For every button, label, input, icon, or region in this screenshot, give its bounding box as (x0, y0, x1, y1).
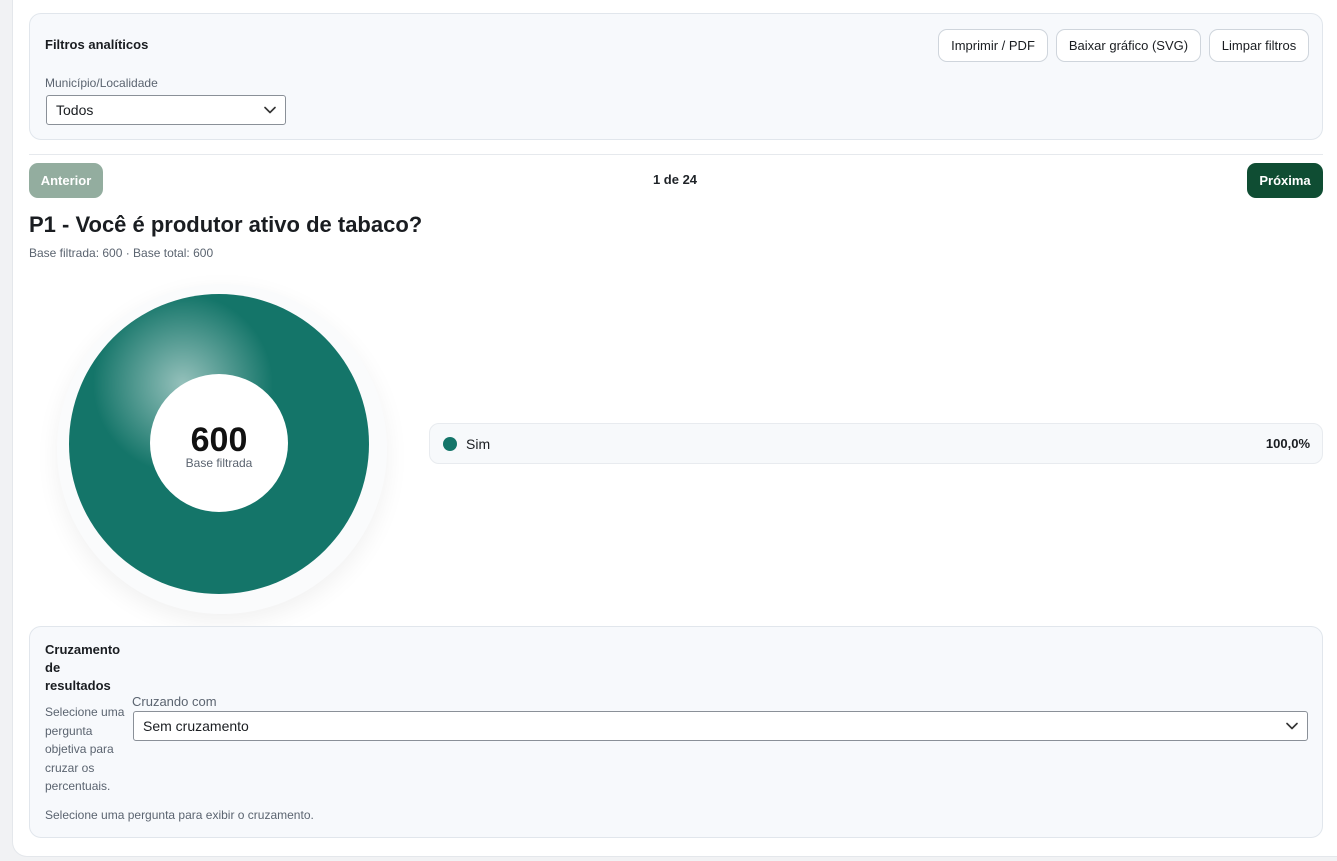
crossing-panel: Cruzamento de resultados Selecione uma p… (29, 626, 1323, 838)
download-svg-button[interactable]: Baixar gráfico (SVG) (1056, 29, 1201, 62)
print-pdf-button[interactable]: Imprimir / PDF (938, 29, 1048, 62)
filters-panel: Filtros analíticos Município/Localidade … (29, 13, 1323, 140)
crossing-select-value: Sem cruzamento (143, 718, 249, 734)
legend-label: Sim (466, 436, 491, 452)
question-base-info: Base filtrada: 600 · Base total: 600 (29, 246, 214, 260)
crossing-description: Selecione uma pergunta objetiva para cru… (45, 705, 125, 793)
report-panel: Filtros analíticos Município/Localidade … (13, 0, 1337, 856)
filters-title: Filtros analíticos (45, 37, 149, 52)
municipality-select-value: Todos (56, 102, 94, 118)
previous-question-button[interactable]: Anterior (29, 163, 103, 198)
donut-center-label: Base filtrada (185, 455, 253, 470)
question-title: P1 - Você é produtor ativo de tabaco? (29, 212, 423, 237)
crossing-title: Cruzamento de resultados (45, 642, 121, 693)
divider (29, 154, 1323, 155)
chevron-down-icon (264, 106, 276, 114)
donut-center-value: 600 (190, 420, 248, 459)
next-question-button[interactable]: Próxima (1247, 163, 1323, 198)
chevron-down-icon (1286, 722, 1298, 730)
legend-item-sim[interactable]: Sim 100,0% (429, 423, 1323, 464)
municipality-select[interactable]: Todos (46, 95, 286, 125)
crossing-empty-message: Selecione uma pergunta para exibir o cru… (45, 808, 314, 822)
question-counter: 1 de 24 (652, 172, 698, 187)
crossing-select[interactable]: Sem cruzamento (133, 711, 1308, 741)
clear-filters-button[interactable]: Limpar filtros (1209, 29, 1309, 62)
municipality-label: Município/Localidade (45, 76, 158, 90)
donut-center: 600 Base filtrada (150, 374, 288, 512)
legend-color-dot (443, 437, 457, 451)
legend-percentage: 100,0% (1265, 436, 1310, 451)
crossing-select-label: Cruzando com (132, 694, 217, 709)
